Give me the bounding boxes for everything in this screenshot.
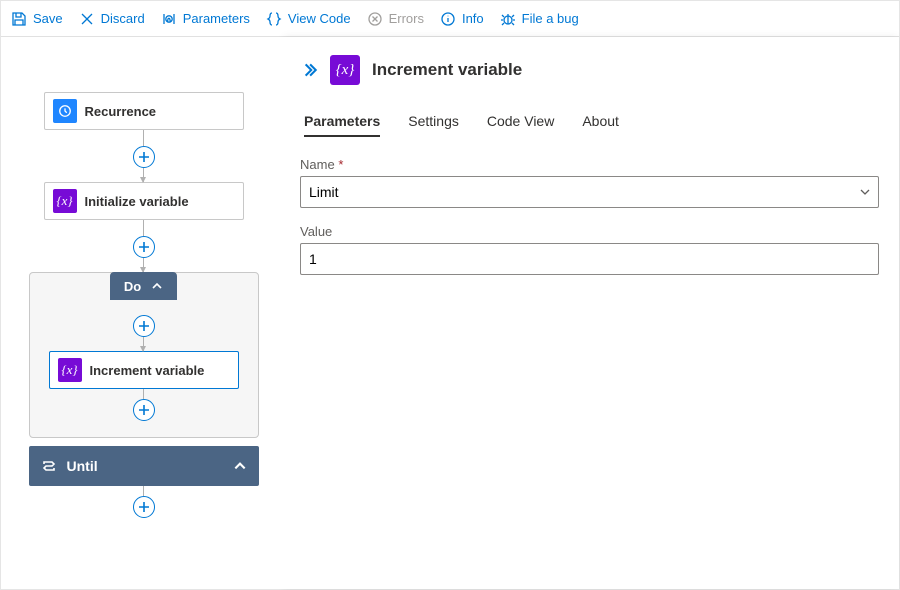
- add-action-button[interactable]: [133, 315, 155, 337]
- add-action-button[interactable]: [133, 236, 155, 258]
- do-header[interactable]: Do: [110, 272, 177, 300]
- add-action-button[interactable]: [133, 399, 155, 421]
- fileabug-label: File a bug: [522, 11, 579, 26]
- card-recurrence[interactable]: Recurrence: [44, 92, 244, 130]
- variable-icon: {x}: [53, 189, 77, 213]
- discard-label: Discard: [101, 11, 145, 26]
- tab-settings[interactable]: Settings: [408, 113, 459, 137]
- toolbar: Save Discard Parameters View Code Errors…: [1, 1, 899, 37]
- connector-line: [143, 486, 144, 496]
- connector-arrow: [143, 337, 144, 351]
- connector-arrow: [143, 258, 144, 272]
- name-label: Name *: [300, 157, 879, 172]
- info-icon: [440, 11, 456, 27]
- card-increment-variable[interactable]: {x} Increment variable: [49, 351, 239, 389]
- add-action-button[interactable]: [133, 496, 155, 518]
- braces-icon: [266, 11, 282, 27]
- main-split: Recurrence {x} Initialize variable Do: [1, 37, 899, 589]
- parameters-button[interactable]: Parameters: [161, 11, 250, 27]
- properties-panel: {x} Increment variable Parameters Settin…: [286, 37, 899, 589]
- errors-label: Errors: [389, 11, 424, 26]
- save-button[interactable]: Save: [11, 11, 63, 27]
- value-label: Value: [300, 224, 879, 239]
- tab-about[interactable]: About: [582, 113, 619, 137]
- viewcode-label: View Code: [288, 11, 351, 26]
- tab-codeview[interactable]: Code View: [487, 113, 554, 137]
- save-label: Save: [33, 11, 63, 26]
- recurrence-icon: [53, 99, 77, 123]
- error-icon: [367, 11, 383, 27]
- designer-canvas: Recurrence {x} Initialize variable Do: [1, 37, 286, 589]
- add-action-button[interactable]: [133, 146, 155, 168]
- value-input[interactable]: [300, 243, 879, 275]
- errors-button: Errors: [367, 11, 424, 27]
- close-icon: [79, 11, 95, 27]
- variable-icon: {x}: [58, 358, 82, 382]
- panel-title: Increment variable: [372, 60, 522, 80]
- card-initialize-variable[interactable]: {x} Initialize variable: [44, 182, 244, 220]
- bug-icon: [500, 11, 516, 27]
- connector-arrow: [143, 168, 144, 182]
- name-select[interactable]: Limit: [300, 176, 879, 208]
- parameters-icon: [161, 11, 177, 27]
- do-label: Do: [124, 279, 141, 294]
- chevron-up-icon: [151, 280, 163, 292]
- connector-line: [143, 220, 144, 236]
- info-button[interactable]: Info: [440, 11, 484, 27]
- panel-tabs: Parameters Settings Code View About: [304, 113, 879, 137]
- info-label: Info: [462, 11, 484, 26]
- card-recurrence-label: Recurrence: [85, 104, 157, 119]
- loop-icon: [41, 458, 57, 474]
- collapse-panel-button[interactable]: [300, 61, 318, 79]
- parameters-label: Parameters: [183, 11, 250, 26]
- save-icon: [11, 11, 27, 27]
- card-increment-label: Increment variable: [90, 363, 205, 378]
- chevron-up-icon: [233, 459, 247, 473]
- fileabug-button[interactable]: File a bug: [500, 11, 579, 27]
- discard-button[interactable]: Discard: [79, 11, 145, 27]
- variable-icon: {x}: [330, 55, 360, 85]
- connector-line: [143, 130, 144, 146]
- until-bar[interactable]: Until: [29, 446, 259, 486]
- until-label: Until: [67, 458, 98, 474]
- field-value: Value: [300, 224, 879, 275]
- viewcode-button[interactable]: View Code: [266, 11, 351, 27]
- field-name: Name * Limit: [300, 157, 879, 208]
- connector-line: [143, 389, 144, 399]
- tab-parameters[interactable]: Parameters: [304, 113, 380, 137]
- card-initialize-label: Initialize variable: [85, 194, 189, 209]
- do-container: Do {x} Increment variable: [29, 272, 259, 438]
